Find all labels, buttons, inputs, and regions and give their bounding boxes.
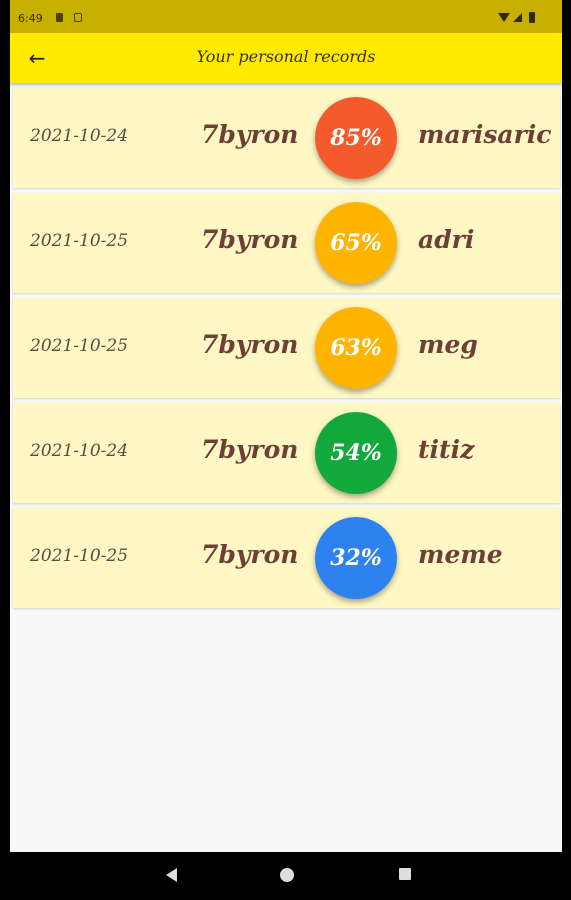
signal-icon	[513, 13, 522, 22]
record-row[interactable]: 2021-10-25 7byron 63% meg	[13, 298, 560, 398]
score-value: 65%	[330, 230, 382, 256]
score-badge: 65%	[315, 202, 397, 284]
record-user: 7byron	[201, 225, 299, 254]
record-date: 2021-10-25	[30, 546, 129, 566]
app-bar: ← Your personal records	[10, 33, 562, 83]
record-row[interactable]: 2021-10-25 7byron 32% meme	[13, 508, 560, 608]
score-value: 85%	[330, 125, 382, 151]
sim-card-icon	[56, 13, 63, 22]
record-opponent: marisaric	[418, 120, 552, 149]
score-value: 54%	[330, 440, 382, 466]
home-circle-icon[interactable]	[280, 868, 294, 882]
record-opponent: adri	[418, 225, 475, 254]
app-screen: 6:49 ← Your personal records 2021-10-24 …	[10, 0, 562, 900]
back-triangle-icon[interactable]	[166, 868, 177, 882]
record-date: 2021-10-25	[30, 231, 129, 251]
score-badge: 54%	[315, 412, 397, 494]
score-value: 32%	[330, 545, 382, 571]
record-opponent: meg	[418, 330, 478, 359]
record-row[interactable]: 2021-10-24 7byron 54% titiz	[13, 403, 560, 503]
record-row[interactable]: 2021-10-25 7byron 65% adri	[13, 193, 560, 293]
score-badge: 32%	[315, 517, 397, 599]
record-user: 7byron	[201, 435, 299, 464]
record-date: 2021-10-24	[30, 441, 129, 461]
storage-icon	[74, 13, 82, 22]
status-bar: 6:49	[10, 0, 562, 33]
status-time: 6:49	[18, 12, 43, 25]
recents-square-icon[interactable]	[399, 868, 411, 880]
record-date: 2021-10-24	[30, 126, 129, 146]
navigation-bar	[10, 852, 562, 900]
wifi-icon	[498, 13, 510, 22]
score-badge: 63%	[315, 307, 397, 389]
record-user: 7byron	[201, 120, 299, 149]
record-user: 7byron	[201, 540, 299, 569]
record-user: 7byron	[201, 330, 299, 359]
score-badge: 85%	[315, 97, 397, 179]
page-title: Your personal records	[196, 47, 376, 66]
record-opponent: titiz	[418, 435, 475, 464]
record-opponent: meme	[418, 540, 503, 569]
record-date: 2021-10-25	[30, 336, 129, 356]
score-value: 63%	[330, 335, 382, 361]
record-row[interactable]: 2021-10-24 7byron 85% marisaric	[13, 88, 560, 188]
battery-icon	[529, 12, 535, 23]
